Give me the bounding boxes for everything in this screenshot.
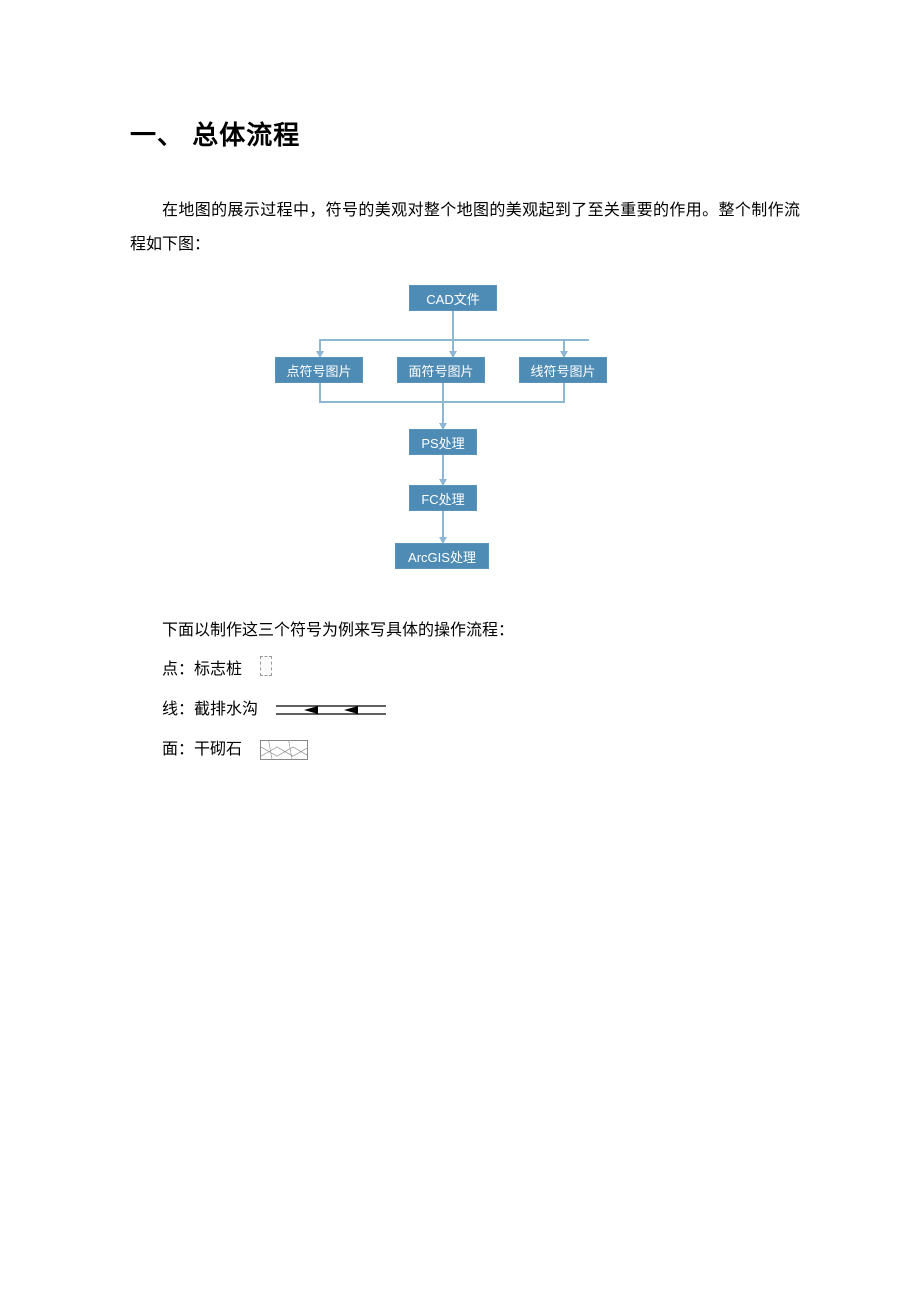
example-point: 点：标志桩 — [130, 657, 800, 683]
flow-connector — [563, 383, 565, 401]
flow-node-fc: FC处理 — [409, 485, 477, 511]
flow-node-line: 线符号图片 — [519, 357, 607, 383]
arrow-down-icon — [316, 351, 324, 358]
flow-node-area: 面符号图片 — [397, 357, 485, 383]
example-area: 面：干砌石 — [130, 737, 800, 763]
document-page: 一、 总体流程 在地图的展示过程中，符号的美观对整个地图的美观起到了至关重要的作… — [0, 0, 920, 763]
area-symbol-icon — [260, 740, 308, 760]
flow-node-cad: CAD文件 — [409, 285, 497, 311]
example-point-label: 点：标志桩 — [162, 657, 242, 683]
section-heading: 一、 总体流程 — [130, 115, 800, 152]
subtext: 下面以制作这三个符号为例来写具体的操作流程： — [130, 615, 800, 647]
flow-node-arcgis: ArcGIS处理 — [395, 543, 489, 569]
arrow-down-icon — [439, 423, 447, 430]
flowchart: CAD文件 点符号图片 面符号图片 线符号图片 PS处理 FC处理 ArcGIS… — [255, 285, 675, 595]
arrow-down-icon — [449, 351, 457, 358]
example-line: 线：截排水沟 — [130, 697, 800, 723]
example-area-label: 面：干砌石 — [162, 737, 242, 763]
example-line-label: 线：截排水沟 — [162, 697, 258, 723]
arrow-down-icon — [439, 537, 447, 544]
flow-connector — [319, 383, 321, 401]
flow-connector — [319, 339, 589, 341]
arrow-down-icon — [560, 351, 568, 358]
arrow-down-icon — [439, 479, 447, 486]
flow-node-point: 点符号图片 — [275, 357, 363, 383]
point-symbol-icon — [260, 660, 272, 680]
flow-node-ps: PS处理 — [409, 429, 477, 455]
line-symbol-icon — [276, 703, 386, 717]
intro-paragraph: 在地图的展示过程中，符号的美观对整个地图的美观起到了至关重要的作用。整个制作流程… — [130, 194, 800, 261]
